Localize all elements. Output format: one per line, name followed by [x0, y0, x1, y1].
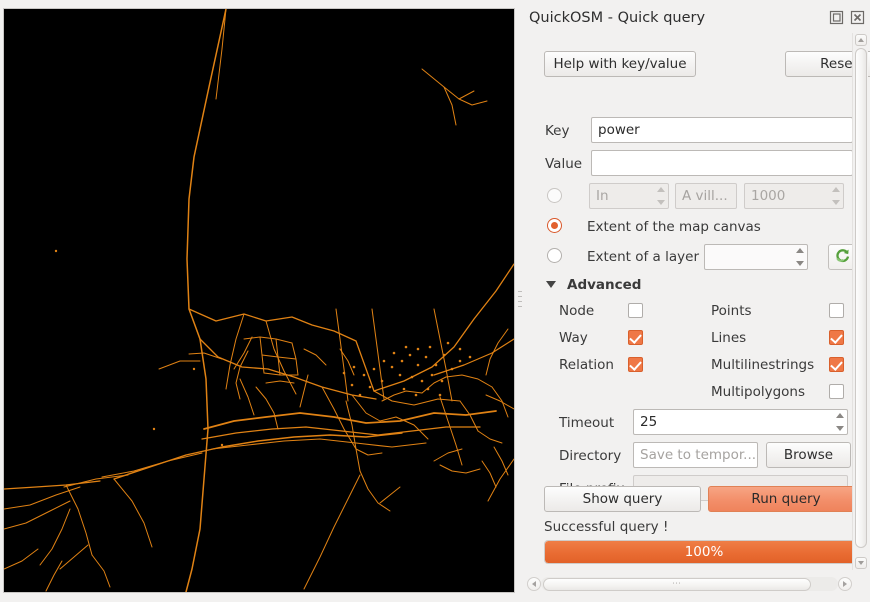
lines-checkbox[interactable]: [829, 330, 844, 345]
extent-layer-spin-arrows: [795, 248, 804, 266]
node-label: Node: [559, 303, 595, 319]
scroll-left-arrow[interactable]: [527, 577, 541, 591]
progress-bar-label: 100%: [684, 544, 724, 560]
timeout-value: 25: [640, 414, 658, 430]
browse-button[interactable]: Browse: [766, 442, 851, 468]
scrollbar-grip-dots: ⋯: [672, 579, 682, 589]
timeout-spin-arrows: [835, 413, 844, 431]
advanced-collapse-icon[interactable]: [546, 281, 556, 288]
vertical-scrollbar-thumb[interactable]: [855, 48, 867, 548]
around-distance-spinbox[interactable]: 1000: [744, 183, 844, 209]
panel-title: QuickOSM - Quick query: [529, 10, 706, 26]
advanced-section-header[interactable]: Advanced: [567, 277, 641, 293]
show-query-button[interactable]: Show query: [544, 486, 701, 512]
points-label: Points: [711, 303, 752, 319]
timeout-spinbox[interactable]: 25: [633, 409, 848, 435]
progress-bar: 100%: [544, 540, 864, 564]
way-checkbox[interactable]: [628, 330, 643, 345]
timeout-label: Timeout: [559, 415, 615, 431]
directory-input[interactable]: Save to tempor...: [633, 442, 758, 468]
around-in-value: In: [596, 188, 609, 204]
scroll-up-arrow[interactable]: [855, 34, 867, 46]
panel-horizontal-scrollbar[interactable]: ⋯: [527, 576, 852, 593]
float-icon[interactable]: [829, 10, 844, 25]
relation-checkbox[interactable]: [628, 357, 643, 372]
status-message: Successful query !: [544, 519, 669, 535]
horizontal-scrollbar-thumb[interactable]: ⋯: [543, 578, 811, 591]
directory-placeholder: Save to tempor...: [640, 447, 757, 463]
around-in-spin-arrows: [656, 187, 665, 205]
help-with-key-value-button[interactable]: Help with key/value: [544, 51, 696, 77]
around-place-input[interactable]: A vill...: [675, 183, 737, 209]
lines-label: Lines: [711, 330, 747, 346]
scroll-right-arrow[interactable]: [838, 577, 852, 591]
quickosm-window: QuickOSM - Quick query Help with key/val…: [0, 0, 870, 602]
extent-map-canvas-label: Extent of the map canvas: [587, 219, 761, 235]
around-distance-value: 1000: [751, 188, 786, 204]
map-pane: [0, 0, 518, 602]
multipolygons-label: Multipolygons: [711, 384, 805, 400]
way-label: Way: [559, 330, 588, 346]
close-icon[interactable]: [850, 10, 865, 25]
radio-extent-map-canvas[interactable]: [547, 218, 562, 233]
directory-label: Directory: [559, 448, 622, 464]
value-label: Value: [545, 156, 583, 172]
points-checkbox[interactable]: [829, 303, 844, 318]
map-linework: [4, 9, 514, 592]
multilinestrings-checkbox[interactable]: [829, 357, 844, 372]
around-in-combo[interactable]: In: [589, 183, 669, 209]
progress-bar-fill: 100%: [545, 541, 863, 563]
run-query-button[interactable]: Run query: [708, 486, 864, 512]
splitter-grip: [518, 291, 522, 313]
horizontal-scrollbar-track[interactable]: ⋯: [541, 577, 838, 591]
relation-label: Relation: [559, 357, 614, 373]
key-input[interactable]: power: [591, 117, 853, 143]
around-distance-spin-arrows: [831, 187, 840, 205]
extent-layer-combo[interactable]: [704, 244, 808, 270]
key-label: Key: [545, 123, 570, 139]
value-input[interactable]: [591, 150, 853, 176]
extent-layer-label: Extent of a layer: [587, 249, 699, 265]
map-canvas[interactable]: [3, 8, 515, 593]
node-checkbox[interactable]: [628, 303, 643, 318]
refresh-icon: [834, 247, 851, 268]
multipolygons-checkbox[interactable]: [829, 384, 844, 399]
radio-extent-around-place[interactable]: [547, 188, 562, 203]
scroll-down-arrow[interactable]: [855, 557, 867, 569]
multilinestrings-label: Multilinestrings: [711, 357, 815, 373]
title-bar-buttons: [829, 10, 865, 25]
panel-vertical-scrollbar[interactable]: [852, 33, 868, 570]
panel-footer: Show query Run query Successful query ! …: [523, 486, 870, 570]
around-place-placeholder: A vill...: [682, 188, 728, 204]
quickosm-dock-panel: QuickOSM - Quick query Help with key/val…: [523, 0, 870, 602]
radio-extent-layer[interactable]: [547, 248, 562, 263]
